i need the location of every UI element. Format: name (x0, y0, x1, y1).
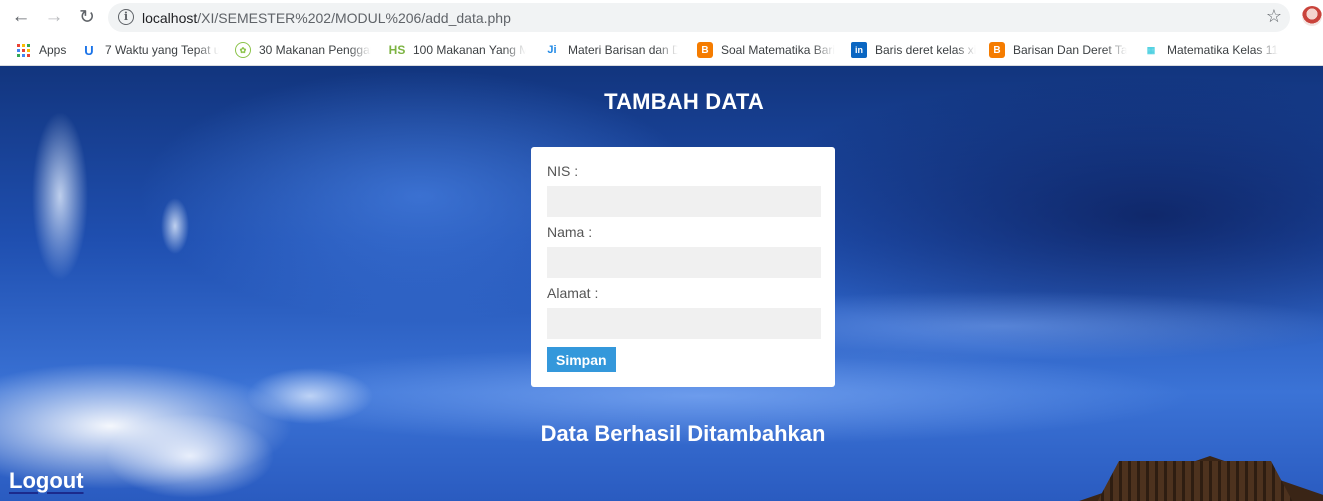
nama-label: Nama : (547, 224, 593, 240)
url-text[interactable]: localhost/XI/SEMESTER%202/MODUL%206/add_… (142, 10, 511, 26)
url-host: localhost (142, 10, 198, 26)
bookmark-item[interactable]: Ji Materi Barisan dan D (544, 41, 678, 59)
bookmark-apps[interactable]: Apps (15, 41, 66, 59)
back-arrow-icon[interactable]: ← (9, 5, 33, 29)
blogger-icon: B (697, 42, 713, 58)
url-path: /XI/SEMESTER%202/MODUL%206/add_data.php (197, 10, 511, 26)
status-message: Data Berhasil Ditambahkan (540, 421, 826, 446)
bookmark-label: Baris deret kelas xi (875, 43, 976, 57)
nama-input[interactable] (547, 247, 821, 278)
roof-tiles-image (1095, 461, 1295, 501)
bookmark-item[interactable]: ✿ 30 Makanan Penggar (235, 41, 371, 59)
address-bar[interactable]: i localhost/XI/SEMESTER%202/MODUL%206/ad… (108, 3, 1290, 32)
ji-icon: Ji (547, 44, 557, 56)
bookmark-label: Matematika Kelas 11 (1167, 43, 1279, 57)
bookmark-item[interactable]: HS 100 Makanan Yang M (389, 41, 526, 59)
bookmark-item[interactable]: B Soal Matematika Bari (697, 41, 835, 59)
bookmark-label: Soal Matematika Bari (721, 43, 835, 57)
leaf-icon: ✿ (235, 42, 251, 58)
site-icon: ▦ (1146, 44, 1156, 55)
bookmark-label: Apps (39, 43, 67, 57)
blogger-icon: B (989, 42, 1005, 58)
forward-arrow-icon[interactable]: → (42, 5, 66, 29)
profile-avatar[interactable] (1302, 6, 1322, 26)
bookmark-label: Barisan Dan Deret Tal (1013, 43, 1127, 57)
bookmark-star-icon[interactable]: ☆ (1266, 6, 1282, 27)
bookmark-label: 100 Makanan Yang M (413, 43, 526, 57)
nis-label: NIS : (547, 163, 579, 179)
linkedin-icon: in (851, 42, 867, 58)
nis-input[interactable] (547, 186, 821, 217)
browser-toolbar: ← → ↻ i localhost/XI/SEMESTER%202/MODUL%… (0, 0, 1323, 35)
logout-link[interactable]: Logout (9, 468, 84, 494)
info-icon[interactable]: i (118, 9, 134, 25)
bookmark-item[interactable]: in Baris deret kelas xi (851, 41, 976, 59)
alamat-label: Alamat : (547, 285, 599, 301)
reload-icon[interactable]: ↻ (75, 5, 99, 29)
uc-icon: U (84, 42, 94, 58)
simpan-button[interactable]: Simpan (547, 347, 616, 372)
bookmark-item[interactable]: B Barisan Dan Deret Tal (989, 41, 1127, 59)
page-background: TAMBAH DATA NIS : Nama : Alamat : Simpan… (0, 66, 1323, 501)
browser-chrome: ← → ↻ i localhost/XI/SEMESTER%202/MODUL%… (0, 0, 1323, 66)
bookmark-label: 7 Waktu yang Tepat u (105, 43, 219, 57)
page-title: TAMBAH DATA (604, 89, 764, 114)
bookmark-label: 30 Makanan Penggar (259, 43, 371, 57)
add-data-form: NIS : Nama : Alamat : Simpan (531, 147, 835, 387)
bookmark-label: Materi Barisan dan D (568, 43, 678, 57)
bookmark-item[interactable]: U 7 Waktu yang Tepat u (81, 41, 219, 59)
hs-icon: HS (389, 43, 406, 57)
bookmarks-bar: Apps U 7 Waktu yang Tepat u ✿ 30 Makanan… (0, 35, 1323, 65)
bookmark-item[interactable]: ▦ Matematika Kelas 11 (1143, 41, 1283, 59)
alamat-input[interactable] (547, 308, 821, 339)
apps-grid-icon (15, 42, 31, 58)
